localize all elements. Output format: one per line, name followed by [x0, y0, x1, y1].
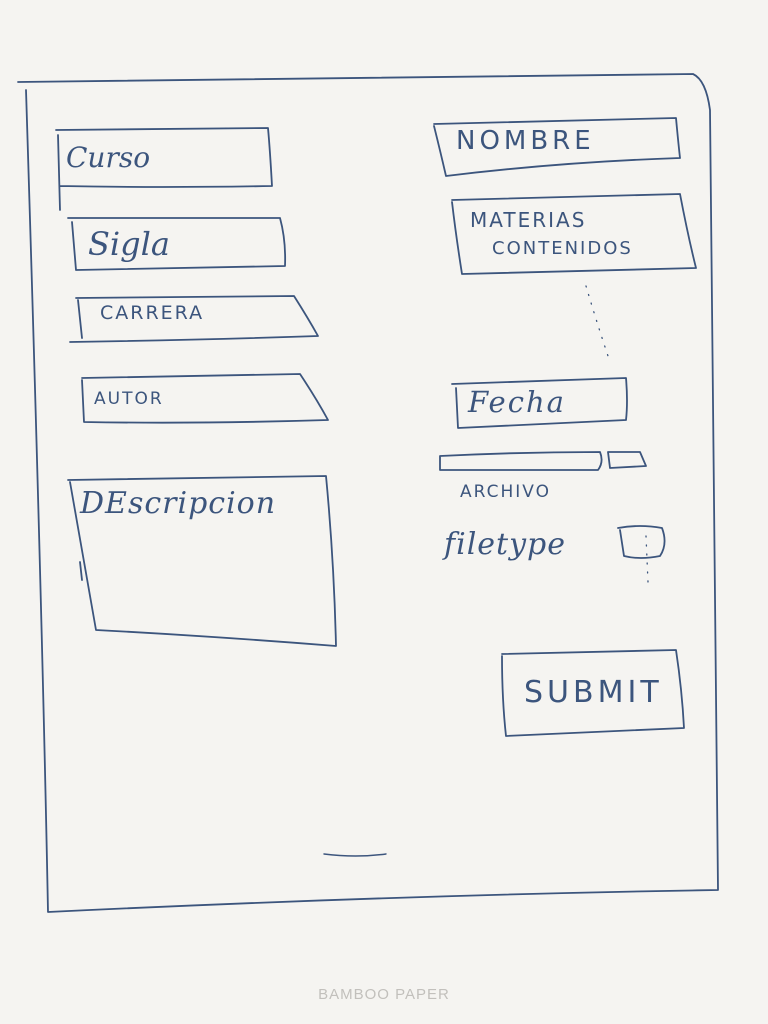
descripcion-label: DEscripcion	[80, 486, 277, 521]
fecha-label: Fecha	[468, 385, 566, 419]
filetype-select[interactable]	[618, 524, 666, 560]
archivo-file-input[interactable]	[440, 450, 604, 472]
carrera-field[interactable]: CARRERA	[76, 296, 316, 342]
archivo-label: ARCHIVO	[460, 482, 551, 502]
sigla-label: Sigla	[88, 225, 170, 263]
bamboo-paper-watermark: BAMBOO PAPER	[318, 986, 450, 1003]
materias-continuation-dots	[585, 285, 609, 357]
submit-label: SUBMIT	[524, 675, 663, 710]
fecha-field[interactable]: Fecha	[452, 378, 628, 428]
nombre-label: NOMBRE	[456, 126, 595, 156]
filetype-label: filetype	[444, 527, 567, 562]
contenidos-label: CONTENIDOS	[492, 238, 633, 259]
home-indicator	[323, 853, 387, 857]
autor-field[interactable]: AUTOR	[82, 375, 328, 423]
sigla-field[interactable]: Sigla	[70, 218, 286, 270]
carrera-label: CARRERA	[100, 302, 205, 324]
submit-button[interactable]: SUBMIT	[502, 650, 684, 736]
archivo-browse-button-target[interactable]	[606, 450, 648, 470]
materias-label: MATERIAS	[470, 208, 587, 232]
curso-field[interactable]: Curso	[58, 130, 272, 188]
autor-label: AUTOR	[94, 389, 164, 409]
materias-contenidos-field[interactable]: MATERIAS CONTENIDOS	[452, 194, 696, 274]
nombre-field[interactable]: NOMBRE	[434, 118, 680, 176]
curso-label: Curso	[66, 141, 151, 174]
descripcion-textarea[interactable]: DEscripcion	[68, 477, 336, 645]
